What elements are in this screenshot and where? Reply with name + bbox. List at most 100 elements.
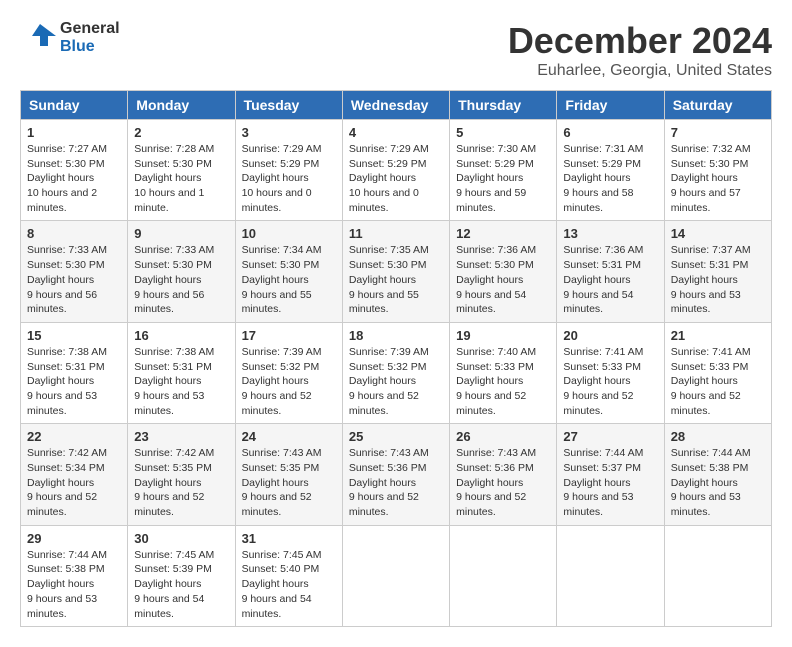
day-info: Sunrise: 7:38 AM Sunset: 5:31 PM Dayligh… [134,345,228,418]
week-row-3: 15 Sunrise: 7:38 AM Sunset: 5:31 PM Dayl… [21,322,772,423]
day-info: Sunrise: 7:41 AM Sunset: 5:33 PM Dayligh… [563,345,657,418]
day-info: Sunrise: 7:36 AM Sunset: 5:30 PM Dayligh… [456,243,550,316]
day-info: Sunrise: 7:44 AM Sunset: 5:37 PM Dayligh… [563,446,657,519]
calendar-cell: 29 Sunrise: 7:44 AM Sunset: 5:38 PM Dayl… [21,525,128,626]
day-info: Sunrise: 7:43 AM Sunset: 5:36 PM Dayligh… [349,446,443,519]
day-number: 27 [563,429,657,444]
week-row-5: 29 Sunrise: 7:44 AM Sunset: 5:38 PM Dayl… [21,525,772,626]
calendar-cell: 25 Sunrise: 7:43 AM Sunset: 5:36 PM Dayl… [342,424,449,525]
day-number: 17 [242,328,336,343]
column-header-wednesday: Wednesday [342,91,449,120]
day-info: Sunrise: 7:45 AM Sunset: 5:40 PM Dayligh… [242,548,336,621]
logo: General Blue [20,20,120,56]
calendar-cell [450,525,557,626]
calendar-cell: 2 Sunrise: 7:28 AM Sunset: 5:30 PM Dayli… [128,120,235,221]
day-info: Sunrise: 7:39 AM Sunset: 5:32 PM Dayligh… [349,345,443,418]
day-info: Sunrise: 7:27 AM Sunset: 5:30 PM Dayligh… [27,142,121,215]
logo-container: General Blue [20,20,120,56]
column-header-tuesday: Tuesday [235,91,342,120]
day-info: Sunrise: 7:43 AM Sunset: 5:35 PM Dayligh… [242,446,336,519]
day-number: 31 [242,531,336,546]
column-header-saturday: Saturday [664,91,771,120]
calendar-cell: 22 Sunrise: 7:42 AM Sunset: 5:34 PM Dayl… [21,424,128,525]
day-info: Sunrise: 7:36 AM Sunset: 5:31 PM Dayligh… [563,243,657,316]
calendar-cell: 31 Sunrise: 7:45 AM Sunset: 5:40 PM Dayl… [235,525,342,626]
day-number: 21 [671,328,765,343]
day-info: Sunrise: 7:28 AM Sunset: 5:30 PM Dayligh… [134,142,228,215]
day-info: Sunrise: 7:37 AM Sunset: 5:31 PM Dayligh… [671,243,765,316]
calendar-cell: 19 Sunrise: 7:40 AM Sunset: 5:33 PM Dayl… [450,322,557,423]
day-number: 13 [563,226,657,241]
calendar-cell: 18 Sunrise: 7:39 AM Sunset: 5:32 PM Dayl… [342,322,449,423]
calendar-cell: 30 Sunrise: 7:45 AM Sunset: 5:39 PM Dayl… [128,525,235,626]
day-number: 29 [27,531,121,546]
calendar-cell: 4 Sunrise: 7:29 AM Sunset: 5:29 PM Dayli… [342,120,449,221]
calendar-cell [664,525,771,626]
column-header-monday: Monday [128,91,235,120]
day-number: 7 [671,125,765,140]
day-number: 3 [242,125,336,140]
calendar-cell: 12 Sunrise: 7:36 AM Sunset: 5:30 PM Dayl… [450,221,557,322]
page-header: General Blue December 2024 Euharlee, Geo… [20,20,772,80]
calendar-cell: 28 Sunrise: 7:44 AM Sunset: 5:38 PM Dayl… [664,424,771,525]
logo-blue: Blue [60,38,120,56]
day-info: Sunrise: 7:32 AM Sunset: 5:30 PM Dayligh… [671,142,765,215]
day-info: Sunrise: 7:31 AM Sunset: 5:29 PM Dayligh… [563,142,657,215]
logo-bird-icon [20,20,56,56]
title-block: December 2024 Euharlee, Georgia, United … [508,20,772,80]
day-number: 30 [134,531,228,546]
day-number: 20 [563,328,657,343]
day-number: 19 [456,328,550,343]
day-info: Sunrise: 7:45 AM Sunset: 5:39 PM Dayligh… [134,548,228,621]
day-info: Sunrise: 7:33 AM Sunset: 5:30 PM Dayligh… [134,243,228,316]
day-number: 28 [671,429,765,444]
day-info: Sunrise: 7:44 AM Sunset: 5:38 PM Dayligh… [671,446,765,519]
day-info: Sunrise: 7:30 AM Sunset: 5:29 PM Dayligh… [456,142,550,215]
week-row-2: 8 Sunrise: 7:33 AM Sunset: 5:30 PM Dayli… [21,221,772,322]
day-info: Sunrise: 7:40 AM Sunset: 5:33 PM Dayligh… [456,345,550,418]
logo-general: General [60,20,120,38]
column-header-sunday: Sunday [21,91,128,120]
calendar-cell: 13 Sunrise: 7:36 AM Sunset: 5:31 PM Dayl… [557,221,664,322]
day-number: 4 [349,125,443,140]
column-header-thursday: Thursday [450,91,557,120]
calendar-cell: 9 Sunrise: 7:33 AM Sunset: 5:30 PM Dayli… [128,221,235,322]
location: Euharlee, Georgia, United States [508,62,772,80]
calendar-cell: 17 Sunrise: 7:39 AM Sunset: 5:32 PM Dayl… [235,322,342,423]
calendar-cell: 21 Sunrise: 7:41 AM Sunset: 5:33 PM Dayl… [664,322,771,423]
calendar-cell: 23 Sunrise: 7:42 AM Sunset: 5:35 PM Dayl… [128,424,235,525]
calendar-cell: 7 Sunrise: 7:32 AM Sunset: 5:30 PM Dayli… [664,120,771,221]
calendar-cell: 11 Sunrise: 7:35 AM Sunset: 5:30 PM Dayl… [342,221,449,322]
day-number: 16 [134,328,228,343]
calendar-cell: 14 Sunrise: 7:37 AM Sunset: 5:31 PM Dayl… [664,221,771,322]
day-number: 26 [456,429,550,444]
calendar-cell: 5 Sunrise: 7:30 AM Sunset: 5:29 PM Dayli… [450,120,557,221]
calendar-cell: 8 Sunrise: 7:33 AM Sunset: 5:30 PM Dayli… [21,221,128,322]
calendar-cell: 24 Sunrise: 7:43 AM Sunset: 5:35 PM Dayl… [235,424,342,525]
month-title: December 2024 [508,20,772,62]
calendar-cell: 15 Sunrise: 7:38 AM Sunset: 5:31 PM Dayl… [21,322,128,423]
day-number: 10 [242,226,336,241]
day-info: Sunrise: 7:42 AM Sunset: 5:35 PM Dayligh… [134,446,228,519]
day-number: 1 [27,125,121,140]
calendar-cell [557,525,664,626]
week-row-1: 1 Sunrise: 7:27 AM Sunset: 5:30 PM Dayli… [21,120,772,221]
day-number: 22 [27,429,121,444]
day-number: 12 [456,226,550,241]
calendar-table: SundayMondayTuesdayWednesdayThursdayFrid… [20,90,772,627]
day-number: 23 [134,429,228,444]
day-info: Sunrise: 7:39 AM Sunset: 5:32 PM Dayligh… [242,345,336,418]
day-number: 9 [134,226,228,241]
calendar-cell: 20 Sunrise: 7:41 AM Sunset: 5:33 PM Dayl… [557,322,664,423]
logo-text: General Blue [60,20,120,56]
day-number: 5 [456,125,550,140]
day-number: 25 [349,429,443,444]
calendar-cell: 26 Sunrise: 7:43 AM Sunset: 5:36 PM Dayl… [450,424,557,525]
week-row-4: 22 Sunrise: 7:42 AM Sunset: 5:34 PM Dayl… [21,424,772,525]
column-header-friday: Friday [557,91,664,120]
calendar-cell: 16 Sunrise: 7:38 AM Sunset: 5:31 PM Dayl… [128,322,235,423]
day-number: 8 [27,226,121,241]
calendar-cell: 6 Sunrise: 7:31 AM Sunset: 5:29 PM Dayli… [557,120,664,221]
calendar-cell: 3 Sunrise: 7:29 AM Sunset: 5:29 PM Dayli… [235,120,342,221]
day-info: Sunrise: 7:44 AM Sunset: 5:38 PM Dayligh… [27,548,121,621]
